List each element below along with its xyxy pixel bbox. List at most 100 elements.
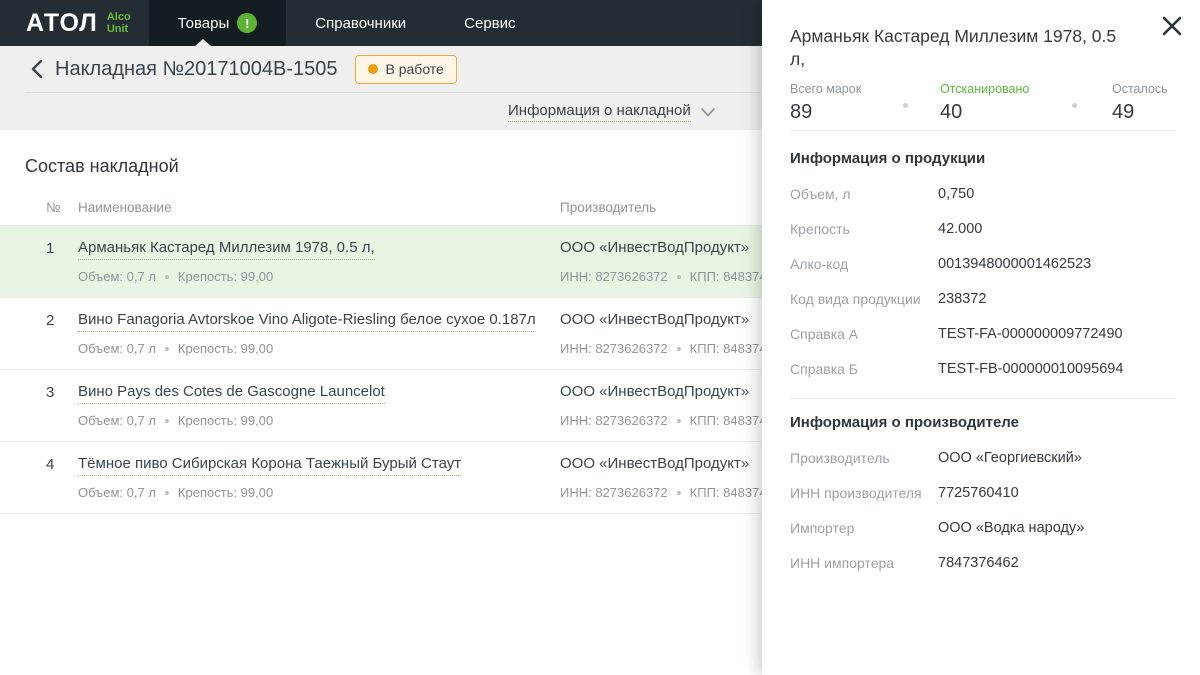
info-value: 238372 — [938, 291, 987, 307]
info-value: 42.000 — [938, 221, 983, 237]
nav-item-spravochniki[interactable]: Справочники — [286, 0, 435, 46]
producer-inn: ИНН: 8273626372 — [560, 413, 668, 428]
dot-separator-icon — [164, 274, 169, 279]
producer-name: ООО «ИнвестВодПродукт» — [560, 455, 750, 472]
stat-value: 49 — [1112, 101, 1135, 123]
stat-value: 89 — [790, 101, 813, 123]
info-label: Импортер — [790, 520, 855, 536]
atol-logo[interactable]: АТОЛ Alco Unit — [0, 0, 141, 46]
product-detail-panel: Арманьяк Кастаред Миллезим 1978, 0.5 л, … — [762, 0, 1200, 675]
invoice-info-dropdown-label: Информация о накладной — [508, 102, 691, 122]
info-value: 7725760410 — [938, 485, 1019, 501]
row-number: 4 — [46, 456, 55, 473]
info-value: 0,750 — [938, 186, 975, 202]
producer-subinfo: ИНН: 8273626372 КПП: 84837482 — [560, 269, 781, 284]
dot-separator-icon — [164, 490, 169, 495]
info-label: Код вида продукции — [790, 291, 921, 307]
producer-inn: ИНН: 8273626372 — [560, 269, 668, 284]
status-label: В работе — [385, 61, 444, 77]
product-volume: Объем: 0,7 л — [78, 341, 156, 356]
logo-product-name: Alco Unit — [106, 11, 131, 35]
column-header-num: № — [46, 200, 61, 215]
product-info-section-title: Информация о продукции — [790, 150, 986, 167]
product-volume: Объем: 0,7 л — [78, 269, 156, 284]
product-name-link[interactable]: Вино Fanagoria Avtorskoe Vino Aligote-Ri… — [78, 311, 536, 332]
info-label: Крепость — [790, 221, 850, 237]
info-value: 7847376462 — [938, 555, 1019, 571]
stat-value: 40 — [940, 101, 963, 123]
product-name-link[interactable]: Тёмное пиво Сибирская Корона Таежный Бур… — [78, 455, 462, 476]
product-name-link[interactable]: Арманьяк Кастаред Миллезим 1978, 0.5 л, — [78, 239, 375, 260]
nav-item-label: Товары — [177, 14, 230, 32]
stat-scanned: Отсканировано 40 — [940, 82, 1029, 124]
producer-subinfo: ИНН: 8273626372 КПП: 84837482 — [560, 485, 781, 500]
info-label: Производитель — [790, 450, 890, 466]
nav-item-servis[interactable]: Сервис — [435, 0, 544, 46]
back-button[interactable] — [25, 58, 47, 80]
producer-subinfo: ИНН: 8273626372 КПП: 84837482 — [560, 413, 781, 428]
product-name-link[interactable]: Вино Pays des Cotes de Gascogne Launcelo… — [78, 383, 385, 404]
dot-separator-icon — [676, 346, 681, 351]
product-strength: Крепость: 99,00 — [177, 341, 274, 356]
producer-inn: ИНН: 8273626372 — [560, 341, 668, 356]
app-window: АТОЛ Alco Unit Товары ! Справочники Серв… — [0, 0, 1200, 675]
status-badge: В работе — [354, 54, 457, 84]
product-volume: Объем: 0,7 л — [78, 485, 156, 500]
producer-name: ООО «ИнвестВодПродукт» — [560, 383, 750, 400]
product-subinfo: Объем: 0,7 л Крепость: 99,00 — [78, 341, 273, 356]
dot-separator-icon — [164, 418, 169, 423]
producer-subinfo: ИНН: 8273626372 КПП: 84837482 — [560, 341, 781, 356]
info-label: ИНН импортера — [790, 555, 895, 571]
chevron-down-icon — [700, 107, 715, 116]
info-value: ООО «Водка народу» — [938, 520, 1085, 536]
nav-item-label: Сервис — [464, 14, 516, 32]
stat-remaining: Осталось 49 — [1112, 82, 1168, 124]
info-label: Объем, л — [790, 186, 851, 202]
panel-product-title: Арманьяк Кастаред Миллезим 1978, 0.5 л, — [790, 26, 1117, 69]
info-value: 0013948000001462523 — [938, 256, 1092, 272]
producer-info-section-title: Информация о производителе — [790, 414, 1019, 431]
stat-label: Отсканировано — [940, 82, 1030, 96]
panel-divider — [790, 130, 1175, 131]
notification-badge: ! — [237, 13, 258, 33]
product-strength: Крепость: 99,00 — [177, 269, 274, 284]
product-subinfo: Объем: 0,7 л Крепость: 99,00 — [78, 413, 273, 428]
page-title: Накладная №20171004В-1505 — [55, 57, 338, 80]
info-label: Справка А — [790, 326, 859, 342]
column-header-name: Наименование — [78, 200, 172, 215]
invoice-info-dropdown[interactable]: Информация о накладной — [508, 102, 715, 122]
row-number: 3 — [46, 384, 55, 401]
column-header-producer: Производитель — [560, 200, 657, 215]
main-menu: Товары ! Справочники Сервис — [148, 0, 545, 46]
info-label: Справка Б — [790, 361, 858, 377]
info-label: ИНН производителя — [790, 485, 922, 501]
dot-separator-icon — [1072, 103, 1077, 108]
producer-name: ООО «ИнвестВодПродукт» — [560, 239, 750, 256]
producer-inn: ИНН: 8273626372 — [560, 485, 668, 500]
row-number: 2 — [46, 312, 55, 329]
close-button[interactable] — [1160, 14, 1184, 38]
product-subinfo: Объем: 0,7 л Крепость: 99,00 — [78, 485, 273, 500]
product-volume: Объем: 0,7 л — [78, 413, 156, 428]
stat-label: Всего марок — [790, 82, 862, 96]
close-icon — [1162, 16, 1182, 36]
product-strength: Крепость: 99,00 — [177, 413, 274, 428]
nav-item-tovary[interactable]: Товары ! — [148, 0, 287, 46]
info-value: ООО «Георгиевский» — [938, 450, 1082, 466]
chevron-left-icon — [31, 59, 42, 79]
panel-divider — [790, 398, 1175, 399]
dot-separator-icon — [903, 103, 908, 108]
invoice-composition-title: Состав накладной — [25, 156, 179, 176]
stat-total-marks: Всего марок 89 — [790, 82, 861, 124]
info-value: TEST-FB-000000010095694 — [938, 361, 1124, 377]
row-number: 1 — [46, 240, 55, 257]
product-strength: Крепость: 99,00 — [177, 485, 274, 500]
product-subinfo: Объем: 0,7 л Крепость: 99,00 — [78, 269, 273, 284]
stat-label: Осталось — [1112, 82, 1168, 96]
dot-separator-icon — [676, 418, 681, 423]
info-value: TEST-FA-000000009772490 — [938, 326, 1123, 342]
logo-text: АТОЛ — [26, 8, 98, 37]
dot-separator-icon — [676, 274, 681, 279]
dot-separator-icon — [676, 490, 681, 495]
status-dot-icon — [367, 64, 378, 74]
